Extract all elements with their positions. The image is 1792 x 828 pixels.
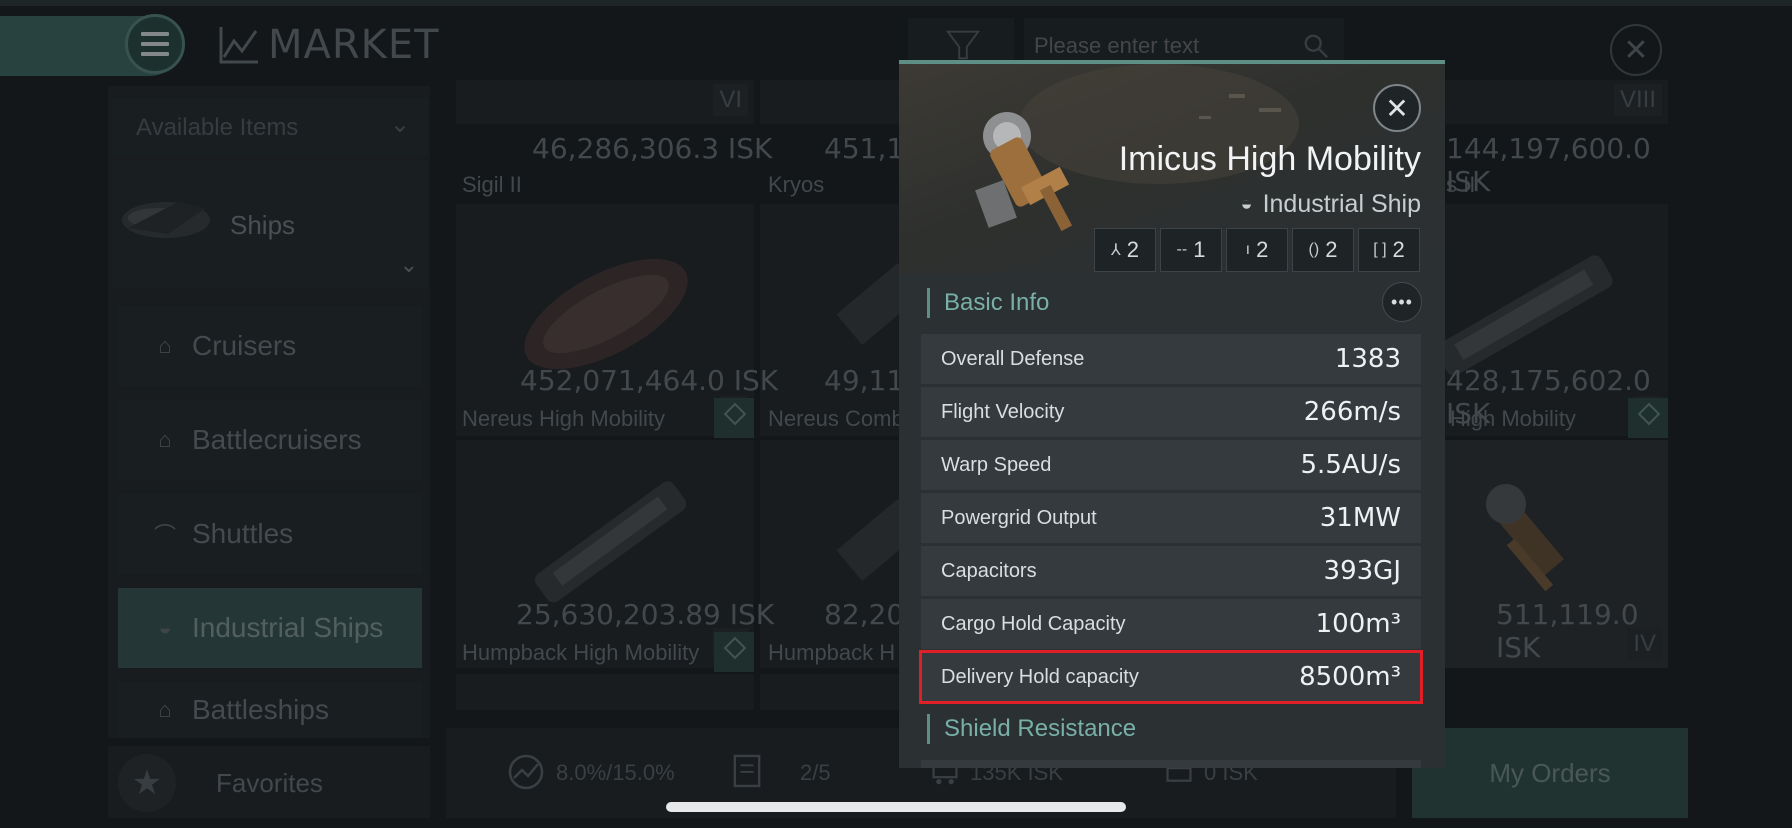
slot-count: 2 bbox=[1392, 237, 1405, 262]
stat-value: 1383 bbox=[1334, 344, 1401, 374]
stat-value: 266m/s bbox=[1303, 397, 1401, 427]
slot-count: 2 bbox=[1256, 237, 1269, 262]
ship-type: ◒ Industrial Ship bbox=[1240, 190, 1421, 219]
stat-label: Powergrid Output bbox=[941, 506, 1097, 529]
slot-mid: ı 2 bbox=[1226, 228, 1288, 272]
stat-capacitors: Capacitors 393GJ bbox=[921, 546, 1421, 596]
basic-info-heading: Basic Info bbox=[927, 288, 1049, 318]
home-indicator[interactable] bbox=[666, 802, 1126, 812]
slot-rig: [ ] 2 bbox=[1358, 228, 1420, 272]
stat-value: 8500m³ bbox=[1299, 662, 1401, 692]
stat-delivery-hold-capacity: Delivery Hold capacity 8500m³ bbox=[919, 650, 1423, 704]
modal-overlay[interactable] bbox=[0, 0, 1792, 828]
mid-slot-icon: ı bbox=[1245, 241, 1251, 258]
ship-image bbox=[975, 112, 1073, 232]
stat-flight-velocity: Flight Velocity 266m/s bbox=[921, 387, 1421, 437]
slot-drone: ⅄ 2 bbox=[1094, 228, 1156, 272]
ellipsis-icon: ••• bbox=[1391, 291, 1413, 312]
ship-info-popup: ✕ Imicus High Mobility ◒ Industrial Ship… bbox=[899, 60, 1445, 768]
low-slot-icon: () bbox=[1308, 241, 1320, 258]
stat-value: 31MW bbox=[1319, 503, 1401, 533]
stat-label: Cargo Hold Capacity bbox=[941, 612, 1126, 635]
slot-count: 2 bbox=[1126, 237, 1140, 262]
slot-count: 2 bbox=[1325, 237, 1338, 262]
stat-powergrid-output: Powergrid Output 31MW bbox=[921, 493, 1421, 543]
stat-label: Warp Speed bbox=[941, 453, 1052, 476]
ship-type-label: Industrial Ship bbox=[1262, 190, 1421, 218]
shield-resistance-row bbox=[921, 760, 1421, 768]
slot-low: () 2 bbox=[1292, 228, 1354, 272]
stat-value: 100m³ bbox=[1315, 609, 1401, 639]
stat-label: Overall Defense bbox=[941, 347, 1085, 370]
stat-value: 5.5AU/s bbox=[1300, 450, 1401, 480]
high-slot-icon: -- bbox=[1176, 241, 1188, 258]
ship-title: Imicus High Mobility bbox=[1118, 140, 1421, 178]
drone-slot-icon: ⅄ bbox=[1110, 242, 1121, 259]
close-icon: ✕ bbox=[1385, 92, 1409, 124]
stat-overall-defense: Overall Defense 1383 bbox=[921, 334, 1421, 384]
stat-label: Capacitors bbox=[941, 559, 1037, 582]
stat-cargo-hold-capacity: Cargo Hold Capacity 100m³ bbox=[921, 599, 1421, 649]
shield-resistance-heading: Shield Resistance bbox=[927, 714, 1136, 744]
popup-hero: ✕ Imicus High Mobility ◒ Industrial Ship… bbox=[899, 64, 1445, 274]
popup-close-button[interactable]: ✕ bbox=[1373, 84, 1421, 132]
industrial-ship-icon: ◒ bbox=[1240, 193, 1253, 215]
stat-label: Delivery Hold capacity bbox=[941, 665, 1139, 688]
slot-count: 1 bbox=[1193, 237, 1206, 262]
stat-warp-speed: Warp Speed 5.5AU/s bbox=[921, 440, 1421, 490]
stat-value: 393GJ bbox=[1323, 556, 1401, 586]
rig-slot-icon: [ ] bbox=[1373, 241, 1387, 258]
more-options-button[interactable]: ••• bbox=[1382, 282, 1422, 322]
stat-label: Flight Velocity bbox=[941, 400, 1065, 423]
slot-summary: ⅄ 2 -- 1 ı 2 () 2 [ ] 2 bbox=[1094, 228, 1420, 272]
slot-high: -- 1 bbox=[1160, 228, 1222, 272]
